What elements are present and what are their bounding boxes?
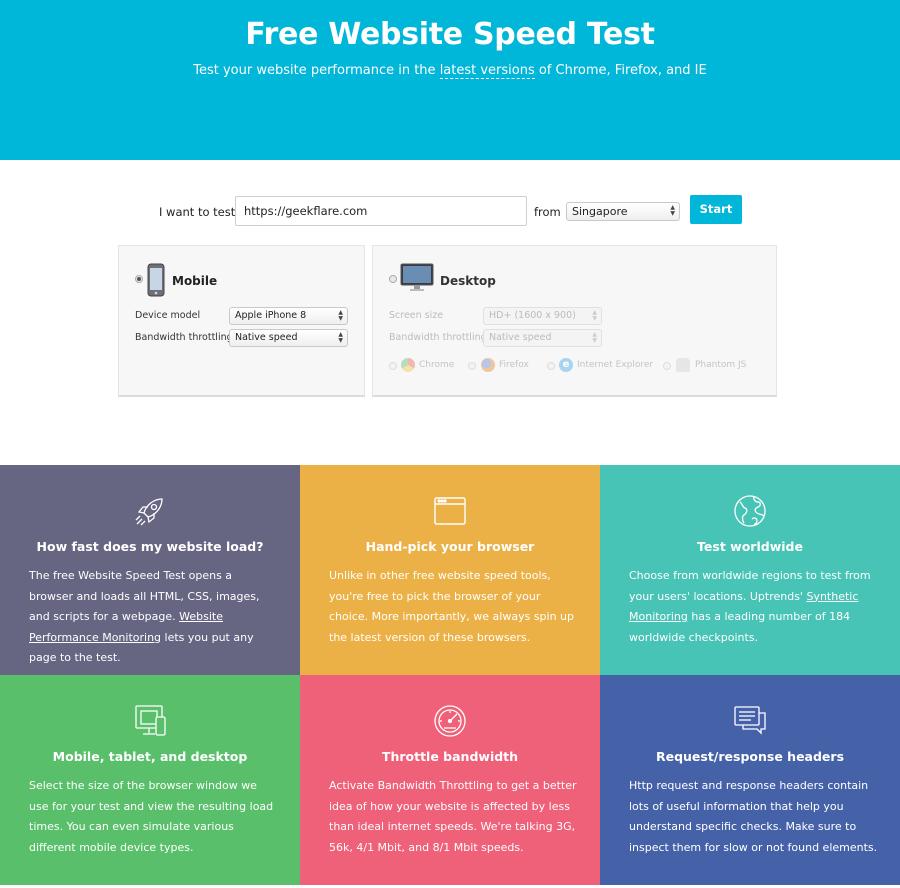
location-select[interactable]: Singapore ▲ ▼ [566, 202, 680, 221]
internet-explorer-icon: e [559, 358, 573, 372]
feature-devices: Mobile, tablet, and desktop Select the s… [0, 675, 300, 885]
screen-size-value: HD+ (1600 x 900) [489, 310, 576, 321]
feature-text: Select the size of the browser window we… [29, 779, 274, 854]
browser-phantomjs-label[interactable]: Phantom JS [695, 360, 746, 370]
speedometer-icon [434, 705, 466, 737]
feature-title: How fast does my website load? [36, 539, 264, 554]
browser-window-icon [434, 497, 466, 525]
desktop-radio[interactable] [389, 275, 397, 283]
phantomjs-icon [676, 358, 690, 372]
device-model-label: Device model [135, 310, 201, 321]
feature-title: Throttle bandwidth [381, 749, 519, 764]
browser-radio-firefox[interactable] [468, 362, 476, 370]
screen-size-select[interactable]: HD+ (1600 x 900) ▲ ▼ [483, 307, 602, 325]
rocket-icon [135, 498, 163, 526]
desktop-bandwidth-value: Native speed [489, 332, 552, 343]
hero-banner: Free Website Speed Test Test your websit… [0, 0, 900, 160]
browser-radio-ie[interactable] [547, 362, 555, 370]
mobile-panel[interactable]: Mobile Device model Apple iPhone 8 ▲ ▼ Ba… [118, 245, 365, 397]
feature-title: Request/response headers [655, 749, 845, 764]
feature-browser: Hand-pick your browser Unlike in other f… [300, 465, 600, 675]
globe-icon [734, 495, 766, 527]
screen-size-label: Screen size [389, 310, 444, 321]
feature-load-speed: How fast does my website load? The free … [0, 465, 300, 675]
phone-icon [147, 263, 165, 297]
bandwidth-select[interactable]: Native speed ▲ ▼ [229, 329, 348, 347]
select-arrows-icon: ▲ ▼ [670, 204, 675, 217]
chrome-icon [401, 358, 415, 372]
test-form: I want to test from Singapore ▲▼ Start [0, 195, 900, 226]
desktop-bandwidth-select[interactable]: Native speed ▲ ▼ [483, 329, 602, 347]
feature-text: Http request and response headers contai… [629, 779, 878, 854]
browser-chrome-label[interactable]: Chrome [419, 360, 454, 370]
from-label: from [534, 205, 561, 219]
feature-description: The free Website Speed Test opens a brow… [29, 566, 279, 669]
url-input[interactable] [235, 196, 527, 226]
bandwidth-label: Bandwidth throttling [135, 332, 233, 343]
feature-throttle: Throttle bandwidth Activate Bandwidth Th… [300, 675, 600, 885]
desktop-panel[interactable]: Desktop Screen size HD+ (1600 x 900) ▲ ▼ … [372, 245, 777, 397]
device-model-select[interactable]: Apple iPhone 8 ▲ ▼ [229, 307, 348, 325]
page-title: Free Website Speed Test [245, 17, 655, 52]
desktop-title: Desktop [440, 274, 496, 288]
feature-title: Mobile, tablet, and desktop [52, 749, 248, 764]
mobile-radio[interactable] [135, 275, 143, 283]
select-arrows-icon: ▲ ▼ [592, 309, 597, 322]
mobile-title: Mobile [172, 274, 218, 288]
select-arrows-icon: ▲ ▼ [338, 331, 343, 344]
browser-radio-phantomjs[interactable] [663, 362, 671, 370]
start-button[interactable]: Start [690, 195, 742, 224]
location-value: Singapore [572, 205, 628, 218]
feature-headers: Request/response headers Http request an… [600, 675, 900, 885]
feature-description: Choose from worldwide regions to test fr… [629, 566, 879, 648]
device-model-value: Apple iPhone 8 [235, 310, 307, 321]
feature-description: Select the size of the browser window we… [29, 776, 279, 858]
select-arrows-icon: ▲ ▼ [592, 331, 597, 344]
desktop-bandwidth-label: Bandwidth throttling [389, 332, 487, 343]
feature-description: Http request and response headers contai… [629, 776, 879, 858]
monitor-icon [400, 263, 434, 291]
feature-description: Unlike in other free website speed tools… [329, 566, 579, 648]
feature-title: Test worldwide [697, 539, 803, 554]
feature-text: Unlike in other free website speed tools… [329, 569, 575, 644]
devices-icon [135, 705, 166, 736]
browser-firefox-label[interactable]: Firefox [499, 360, 529, 370]
feature-worldwide: Test worldwide Choose from worldwide reg… [600, 465, 900, 675]
feature-description: Activate Bandwidth Throttling to get a b… [329, 776, 579, 858]
feature-title: Hand-pick your browser [365, 539, 535, 554]
browser-radio-chrome[interactable] [389, 362, 397, 370]
feature-text: Activate Bandwidth Throttling to get a b… [329, 779, 577, 854]
select-arrows-icon: ▲ ▼ [338, 309, 343, 322]
browser-ie-label[interactable]: Internet Explorer [577, 360, 653, 370]
subtitle-text-end: of Chrome, Firefox, and IE [534, 63, 707, 78]
chat-headers-icon [734, 706, 766, 735]
bandwidth-value: Native speed [235, 332, 298, 343]
subtitle-text: Test your website performance in the [193, 63, 440, 78]
feature-text: The free Website Speed Test opens a brow… [29, 569, 260, 623]
hero-subtitle: Test your website performance in the lat… [0, 63, 900, 79]
firefox-icon [481, 358, 495, 372]
want-to-test-label: I want to test [159, 205, 236, 219]
latest-versions-link[interactable]: latest versions [439, 63, 535, 79]
